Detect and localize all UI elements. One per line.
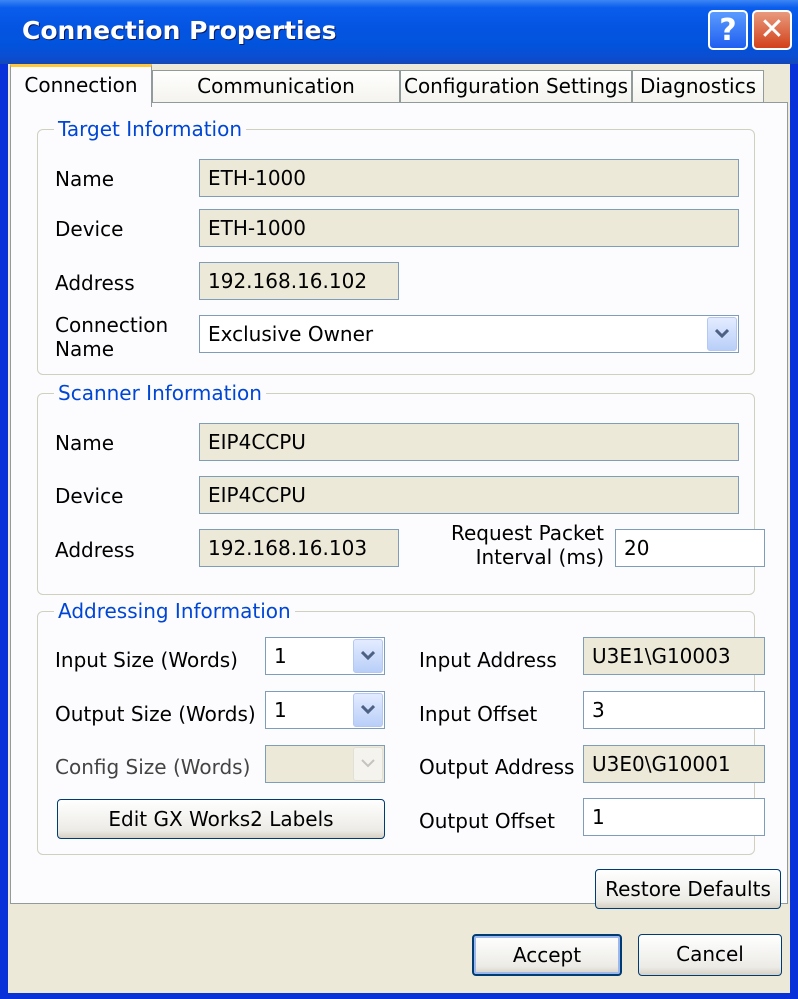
- scanner-device-label: Device: [55, 484, 124, 508]
- output-address-field: U3E0\G10001: [583, 745, 765, 783]
- connection-name-label: Connection Name: [55, 313, 168, 361]
- tab-strip: Connection Communication Settings Config…: [8, 64, 790, 128]
- close-button[interactable]: ✕: [752, 10, 792, 50]
- scanner-name-label: Name: [55, 431, 115, 455]
- tab-page-connection: Target Information Name ETH-1000 Device …: [10, 102, 788, 909]
- chevron-down-icon[interactable]: [353, 639, 383, 673]
- connection-name-label-line1: Connection: [55, 313, 169, 337]
- chevron-down-icon[interactable]: [707, 317, 737, 351]
- scanner-address-field: 192.168.16.103: [199, 529, 399, 567]
- rpi-label-line2: Interval (ms): [475, 545, 605, 569]
- tab-communication-settings[interactable]: Communication Settings: [152, 70, 400, 128]
- tab-configuration-settings[interactable]: Configuration Settings: [400, 70, 632, 103]
- connection-name-select[interactable]: Exclusive Owner: [199, 315, 739, 353]
- connection-name-value: Exclusive Owner: [208, 322, 374, 346]
- rpi-input[interactable]: 20: [615, 529, 765, 567]
- output-address-label: Output Address: [419, 755, 575, 779]
- input-size-select[interactable]: 1: [265, 637, 385, 675]
- config-size-select: [265, 745, 385, 783]
- output-size-select[interactable]: 1: [265, 691, 385, 729]
- output-offset-label: Output Offset: [419, 809, 555, 833]
- output-size-value: 1: [274, 698, 287, 722]
- title-bar[interactable]: Connection Properties ? ✕: [0, 0, 798, 64]
- target-name-label: Name: [55, 167, 115, 191]
- target-address-label: Address: [55, 271, 135, 295]
- tab-diagnostics[interactable]: Diagnostics: [632, 70, 764, 103]
- edit-labels-button[interactable]: Edit GX Works2 Labels: [57, 799, 385, 839]
- rpi-label: Request Packet Interval (ms): [451, 521, 604, 569]
- target-information-title: Target Information: [54, 116, 247, 142]
- scanner-information-title: Scanner Information: [54, 380, 266, 406]
- close-icon: ✕: [759, 12, 785, 47]
- accept-button[interactable]: Accept: [472, 934, 622, 976]
- help-icon: ?: [719, 13, 737, 48]
- target-device-label: Device: [55, 217, 124, 241]
- window-title: Connection Properties: [22, 16, 337, 45]
- connection-name-label-line2: Name: [55, 337, 115, 361]
- help-button[interactable]: ?: [708, 10, 748, 50]
- input-address-field: U3E1\G10003: [583, 637, 765, 675]
- input-offset-label: Input Offset: [419, 702, 538, 726]
- scanner-address-label: Address: [55, 538, 135, 562]
- target-address-field: 192.168.16.102: [199, 262, 399, 300]
- target-device-field: ETH-1000: [199, 209, 739, 247]
- restore-defaults-button[interactable]: Restore Defaults: [595, 869, 781, 909]
- rpi-label-line1: Request Packet: [451, 521, 605, 545]
- scanner-device-field: EIP4CCPU: [199, 476, 739, 514]
- input-size-label: Input Size (Words): [55, 648, 238, 672]
- chevron-down-icon: [353, 747, 383, 781]
- chevron-down-icon[interactable]: [353, 693, 383, 727]
- output-offset-input[interactable]: 1: [583, 798, 765, 836]
- config-size-label: Config Size (Words): [55, 755, 251, 779]
- dialog-client-area: Connection Communication Settings Config…: [8, 64, 790, 993]
- input-address-label: Input Address: [419, 648, 557, 672]
- dialog-window: Connection Properties ? ✕ Connection Com…: [0, 0, 798, 999]
- tab-connection[interactable]: Connection: [10, 64, 152, 107]
- input-offset-input[interactable]: 3: [583, 691, 765, 729]
- scanner-name-field: EIP4CCPU: [199, 423, 739, 461]
- addressing-information-title: Addressing Information: [54, 598, 295, 624]
- input-size-value: 1: [274, 644, 287, 668]
- target-name-field: ETH-1000: [199, 159, 739, 197]
- output-size-label: Output Size (Words): [55, 702, 256, 726]
- cancel-button[interactable]: Cancel: [638, 934, 782, 976]
